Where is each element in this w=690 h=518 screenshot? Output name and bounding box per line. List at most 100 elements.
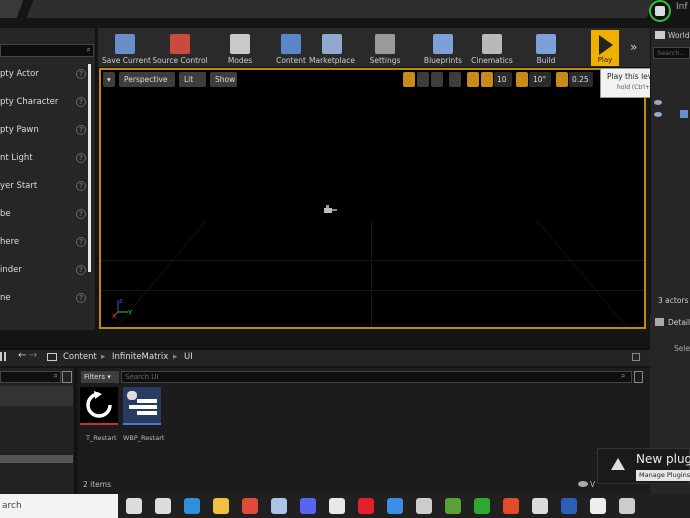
discord-icon[interactable] [300,498,316,514]
toolbar-button-settings[interactable]: Settings [365,30,405,70]
asset-search-input[interactable]: Search UI [121,371,632,383]
transform-icon[interactable] [403,72,415,87]
forward-arrow-icon[interactable]: → [29,350,37,361]
help-icon[interactable]: ? [76,293,86,303]
level-viewport[interactable] [99,68,646,329]
place-actor-item[interactable]: here? [0,229,92,255]
task-view-icon[interactable] [126,498,142,514]
file-explorer-icon[interactable] [213,498,229,514]
photos-icon[interactable] [532,498,548,514]
sources-toggle-icon[interactable] [0,352,6,361]
sources-search-input[interactable]: ⌕ [0,371,61,383]
toolbar-button-marketplace[interactable]: Marketplace [309,30,355,70]
search-options-icon[interactable] [634,371,643,383]
place-actor-item[interactable]: nt Light? [0,145,92,171]
toolbar-button-cinematics[interactable]: Cinematics [471,30,513,70]
place-actor-item[interactable]: be? [0,201,92,227]
breadcrumb-ui[interactable]: UI [184,352,193,362]
toolbar-button-save-current[interactable]: Save Current [102,30,151,70]
help-icon[interactable]: ? [76,181,86,191]
sources-options-icon[interactable] [62,371,72,383]
breadcrumb-infinitematrix[interactable]: InfiniteMatrix [112,352,168,362]
scale-icon[interactable] [431,72,443,87]
toolbar-button-build[interactable]: Build [528,30,564,70]
place-actors-scrollbar[interactable] [88,64,91,272]
back-arrow-icon[interactable]: ← [18,350,26,361]
world-local-icon[interactable] [449,72,461,87]
help-icon[interactable]: ? [76,125,86,135]
help-icon[interactable]: ? [76,69,86,79]
details-title[interactable]: Details [668,318,690,327]
grid-snap-value[interactable]: 10 [494,72,512,87]
opera-icon[interactable] [358,498,374,514]
axis-gizmo-icon: Y z x [112,296,136,320]
manage-plugins-button[interactable]: Manage Plugins [636,470,690,481]
notification-title: New plug [636,452,690,466]
toolbar-overflow-button[interactable]: » [630,40,637,54]
tray-overflow-icon[interactable]: ^ [622,500,630,510]
place-actor-item[interactable]: ne? [0,285,92,311]
office-icon[interactable] [503,498,519,514]
world-outliner-title[interactable]: World C [668,31,690,40]
place-actor-item[interactable]: inder? [0,257,92,283]
folder-row-selected[interactable] [0,386,73,406]
place-actor-label: here [0,237,20,247]
editor-tab[interactable] [0,0,24,18]
view-options-button[interactable]: V [590,480,595,489]
toolbar-button-content[interactable]: Content [274,30,308,70]
mail-icon[interactable] [387,498,403,514]
place-actor-item[interactable]: pty Pawn? [0,117,92,143]
minecraft-icon[interactable] [445,498,461,514]
help-icon[interactable]: ? [76,237,86,247]
scale-snap-icon[interactable] [556,72,568,87]
surface-snap-icon[interactable] [467,72,479,87]
place-actor-item[interactable]: pty Character? [0,89,92,115]
scale-snap-value[interactable]: 0.25 [569,72,593,87]
tab-strip [26,0,654,18]
help-icon[interactable]: ? [76,265,86,275]
player-start-gizmo-icon[interactable] [322,204,338,216]
toolbar-button-label: Build [536,56,556,65]
viewport-options-dropdown[interactable]: ▾ [103,72,115,87]
visibility-eye-icon[interactable] [654,112,662,117]
rotation-snap-icon[interactable] [516,72,528,87]
place-actor-item[interactable]: pty Actor? [0,61,92,87]
visibility-eye-icon[interactable] [654,100,662,105]
filters-button[interactable]: Filters ▾ [81,371,119,383]
outliner-search-input[interactable]: Search... [653,47,690,59]
word-icon[interactable] [561,498,577,514]
source-control-icon [170,34,190,54]
perspective-dropdown[interactable]: Perspective [119,72,175,87]
help-icon[interactable]: ? [76,153,86,163]
asset-t-restart[interactable] [80,387,118,425]
steam-icon[interactable] [271,498,287,514]
grid-snap-icon[interactable] [481,72,493,87]
lit-dropdown[interactable]: Lit [179,72,206,87]
help-icon[interactable]: ? [76,97,86,107]
place-actors-search[interactable]: ⌕ [0,44,94,57]
show-dropdown[interactable]: Show [210,72,237,87]
toolbar-button-modes[interactable]: Modes [222,30,258,70]
sources-scrollbar[interactable] [0,455,73,463]
toolbar-button-source-control[interactable]: Source Control [152,30,208,70]
unreal-icon[interactable] [590,498,606,514]
taskbar-search[interactable]: arch [0,494,118,518]
chrome-icon[interactable] [242,498,258,514]
store-icon[interactable] [329,498,345,514]
play-button[interactable]: Play [591,30,619,66]
warning-icon [611,458,625,470]
view-options-eye-icon[interactable] [578,481,588,487]
edge-icon[interactable] [184,498,200,514]
widgets-icon[interactable] [155,498,171,514]
place-actor-item[interactable]: yer Start? [0,173,92,199]
xbox-icon[interactable] [474,498,490,514]
rotation-snap-value[interactable]: 10° [529,72,551,87]
asset-wbp-restart[interactable] [123,387,161,425]
lock-icon[interactable] [632,353,640,361]
help-icon[interactable]: ? [76,209,86,219]
breadcrumb-content[interactable]: Content [63,352,97,362]
toolbar-button-blueprints[interactable]: Blueprints [423,30,463,70]
rotate-icon[interactable] [417,72,429,87]
epic-icon[interactable] [416,498,432,514]
info-tab[interactable]: Inf [676,2,690,16]
